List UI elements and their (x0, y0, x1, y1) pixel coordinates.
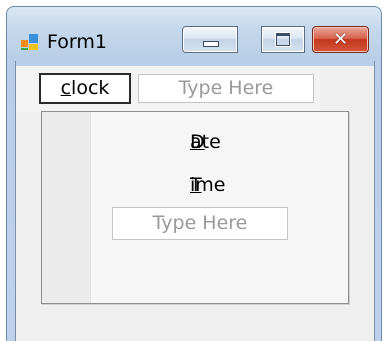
minimize-icon (203, 41, 219, 47)
form-client-area: clock Type Here Date Time Type Here (16, 66, 374, 341)
clock-label-rest: lock (71, 77, 110, 99)
minimize-button[interactable] (182, 26, 238, 53)
clock-dropdown-menu: Date Time Type Here (41, 111, 349, 304)
form-icon (21, 34, 38, 50)
close-button[interactable]: ✕ (312, 26, 369, 53)
menu-item-date[interactable]: Date (42, 121, 348, 161)
dropdown-type-here[interactable]: Type Here (112, 207, 288, 240)
window-title: Form1 (47, 31, 107, 53)
time-label-rest: ime (190, 174, 226, 196)
clock-mnemonic: c (60, 77, 72, 99)
maximize-button[interactable] (261, 26, 305, 53)
menu-strip: clock Type Here (16, 66, 320, 112)
menu-item-clock[interactable]: clock (39, 73, 131, 104)
form1-window: Form1 ✕ clock Type Here Date Time Type H… (6, 6, 382, 341)
close-icon: ✕ (332, 29, 349, 50)
date-label-rest: ate (190, 131, 221, 153)
menu-item-time[interactable]: Time (42, 164, 348, 204)
menu-type-here[interactable]: Type Here (138, 74, 314, 103)
maximize-icon (276, 33, 290, 46)
window-frame-right (374, 61, 375, 341)
